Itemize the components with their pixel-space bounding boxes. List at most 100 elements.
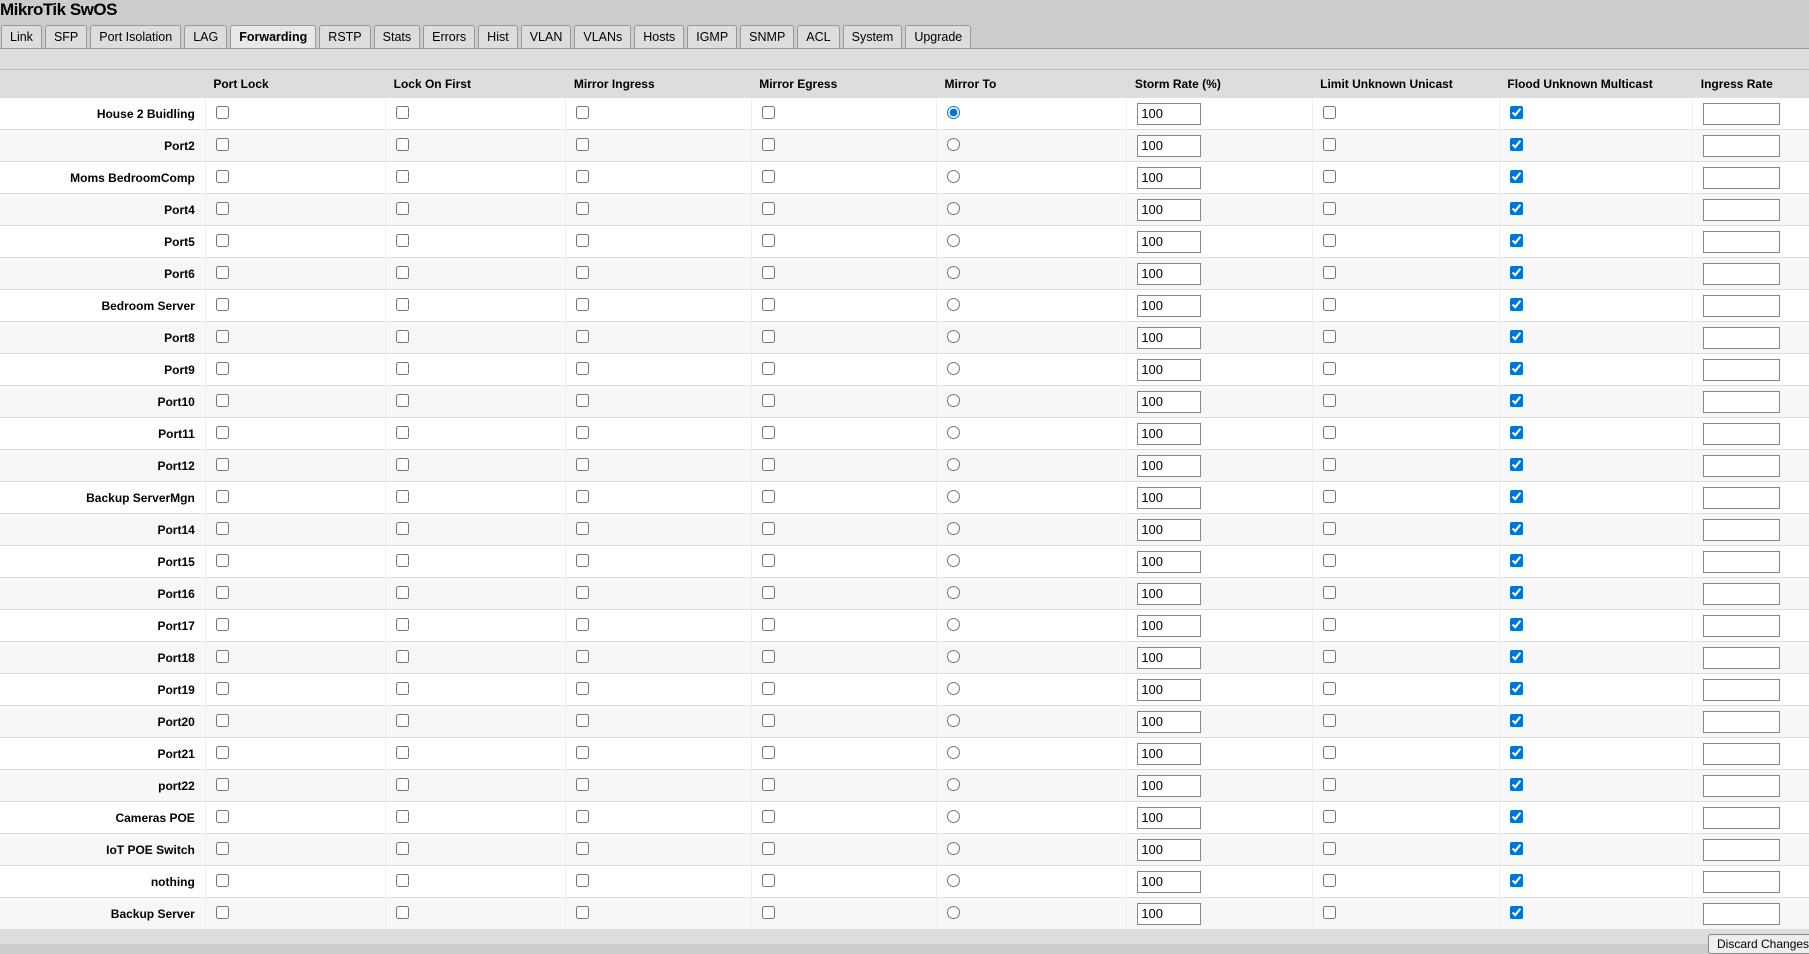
ingress-rate-input[interactable] — [1703, 422, 1781, 445]
mirror-ingress-checkbox[interactable] — [576, 233, 590, 247]
limit-unknown-unicast-checkbox[interactable] — [1322, 425, 1336, 439]
limit-unknown-unicast-checkbox[interactable] — [1322, 265, 1336, 279]
mirror-ingress-checkbox[interactable] — [576, 137, 590, 151]
mirror-egress-checkbox[interactable] — [761, 809, 775, 823]
mirror-ingress-checkbox[interactable] — [576, 585, 590, 599]
port-lock-checkbox[interactable] — [215, 553, 229, 567]
storm-rate-input[interactable] — [1137, 390, 1202, 413]
mirror-to-radio[interactable] — [947, 745, 961, 759]
mirror-to-radio[interactable] — [947, 489, 961, 503]
ingress-rate-input[interactable] — [1703, 902, 1781, 925]
mirror-to-radio[interactable] — [947, 105, 961, 119]
port-lock-checkbox[interactable] — [215, 489, 229, 503]
lock-on-first-checkbox[interactable] — [396, 457, 410, 471]
ingress-rate-input[interactable] — [1703, 550, 1781, 573]
storm-rate-input[interactable] — [1137, 454, 1202, 477]
mirror-ingress-checkbox[interactable] — [576, 745, 590, 759]
mirror-ingress-checkbox[interactable] — [576, 105, 590, 119]
port-lock-checkbox[interactable] — [215, 649, 229, 663]
port-lock-checkbox[interactable] — [215, 713, 229, 727]
lock-on-first-checkbox[interactable] — [396, 297, 410, 311]
storm-rate-input[interactable] — [1137, 166, 1202, 189]
storm-rate-input[interactable] — [1137, 742, 1202, 765]
limit-unknown-unicast-checkbox[interactable] — [1322, 233, 1336, 247]
flood-unknown-multicast-checkbox[interactable] — [1509, 393, 1523, 407]
port-lock-checkbox[interactable] — [215, 681, 229, 695]
mirror-to-radio[interactable] — [947, 809, 961, 823]
limit-unknown-unicast-checkbox[interactable] — [1322, 585, 1336, 599]
mirror-to-radio[interactable] — [947, 649, 961, 663]
mirror-to-radio[interactable] — [947, 361, 961, 375]
flood-unknown-multicast-checkbox[interactable] — [1509, 585, 1523, 599]
mirror-egress-checkbox[interactable] — [761, 329, 775, 343]
flood-unknown-multicast-checkbox[interactable] — [1509, 361, 1523, 375]
mirror-to-radio[interactable] — [947, 137, 961, 151]
tab-link[interactable]: Link — [1, 25, 42, 49]
mirror-egress-checkbox[interactable] — [761, 745, 775, 759]
storm-rate-input[interactable] — [1137, 518, 1202, 541]
tab-hist[interactable]: Hist — [478, 25, 518, 49]
port-lock-checkbox[interactable] — [215, 841, 229, 855]
limit-unknown-unicast-checkbox[interactable] — [1322, 201, 1336, 215]
lock-on-first-checkbox[interactable] — [396, 777, 410, 791]
tab-stats[interactable]: Stats — [373, 25, 421, 49]
mirror-to-radio[interactable] — [947, 233, 961, 247]
flood-unknown-multicast-checkbox[interactable] — [1509, 777, 1523, 791]
limit-unknown-unicast-checkbox[interactable] — [1322, 745, 1336, 759]
flood-unknown-multicast-checkbox[interactable] — [1509, 713, 1523, 727]
ingress-rate-input[interactable] — [1703, 806, 1781, 829]
mirror-ingress-checkbox[interactable] — [576, 169, 590, 183]
ingress-rate-input[interactable] — [1703, 614, 1781, 637]
tab-sfp[interactable]: SFP — [44, 25, 88, 49]
storm-rate-input[interactable] — [1137, 582, 1202, 605]
flood-unknown-multicast-checkbox[interactable] — [1509, 137, 1523, 151]
limit-unknown-unicast-checkbox[interactable] — [1322, 553, 1336, 567]
storm-rate-input[interactable] — [1137, 326, 1202, 349]
ingress-rate-input[interactable] — [1703, 262, 1781, 285]
lock-on-first-checkbox[interactable] — [396, 713, 410, 727]
limit-unknown-unicast-checkbox[interactable] — [1322, 905, 1336, 919]
mirror-ingress-checkbox[interactable] — [576, 425, 590, 439]
flood-unknown-multicast-checkbox[interactable] — [1509, 905, 1523, 919]
port-lock-checkbox[interactable] — [215, 873, 229, 887]
lock-on-first-checkbox[interactable] — [396, 489, 410, 503]
mirror-ingress-checkbox[interactable] — [576, 329, 590, 343]
mirror-egress-checkbox[interactable] — [761, 457, 775, 471]
flood-unknown-multicast-checkbox[interactable] — [1509, 745, 1523, 759]
port-lock-checkbox[interactable] — [215, 905, 229, 919]
tab-upgrade[interactable]: Upgrade — [905, 25, 972, 49]
tab-port-isolation[interactable]: Port Isolation — [90, 25, 182, 49]
mirror-ingress-checkbox[interactable] — [576, 265, 590, 279]
flood-unknown-multicast-checkbox[interactable] — [1509, 169, 1523, 183]
mirror-egress-checkbox[interactable] — [761, 649, 775, 663]
mirror-to-radio[interactable] — [947, 873, 961, 887]
tab-rstp[interactable]: RSTP — [319, 25, 371, 49]
tab-errors[interactable]: Errors — [423, 25, 476, 49]
ingress-rate-input[interactable] — [1703, 486, 1781, 509]
lock-on-first-checkbox[interactable] — [396, 809, 410, 823]
mirror-egress-checkbox[interactable] — [761, 425, 775, 439]
ingress-rate-input[interactable] — [1703, 646, 1781, 669]
flood-unknown-multicast-checkbox[interactable] — [1509, 681, 1523, 695]
limit-unknown-unicast-checkbox[interactable] — [1322, 361, 1336, 375]
ingress-rate-input[interactable] — [1703, 134, 1781, 157]
mirror-ingress-checkbox[interactable] — [576, 489, 590, 503]
mirror-ingress-checkbox[interactable] — [576, 873, 590, 887]
limit-unknown-unicast-checkbox[interactable] — [1322, 713, 1336, 727]
port-lock-checkbox[interactable] — [215, 137, 229, 151]
port-lock-checkbox[interactable] — [215, 777, 229, 791]
tab-vlan[interactable]: VLAN — [520, 25, 572, 49]
mirror-to-radio[interactable] — [947, 169, 961, 183]
mirror-ingress-checkbox[interactable] — [576, 201, 590, 215]
port-lock-checkbox[interactable] — [215, 617, 229, 631]
port-lock-checkbox[interactable] — [215, 809, 229, 823]
mirror-to-radio[interactable] — [947, 777, 961, 791]
mirror-egress-checkbox[interactable] — [761, 841, 775, 855]
flood-unknown-multicast-checkbox[interactable] — [1509, 425, 1523, 439]
limit-unknown-unicast-checkbox[interactable] — [1322, 393, 1336, 407]
limit-unknown-unicast-checkbox[interactable] — [1322, 777, 1336, 791]
mirror-egress-checkbox[interactable] — [761, 137, 775, 151]
mirror-ingress-checkbox[interactable] — [576, 713, 590, 727]
lock-on-first-checkbox[interactable] — [396, 649, 410, 663]
ingress-rate-input[interactable] — [1703, 230, 1781, 253]
